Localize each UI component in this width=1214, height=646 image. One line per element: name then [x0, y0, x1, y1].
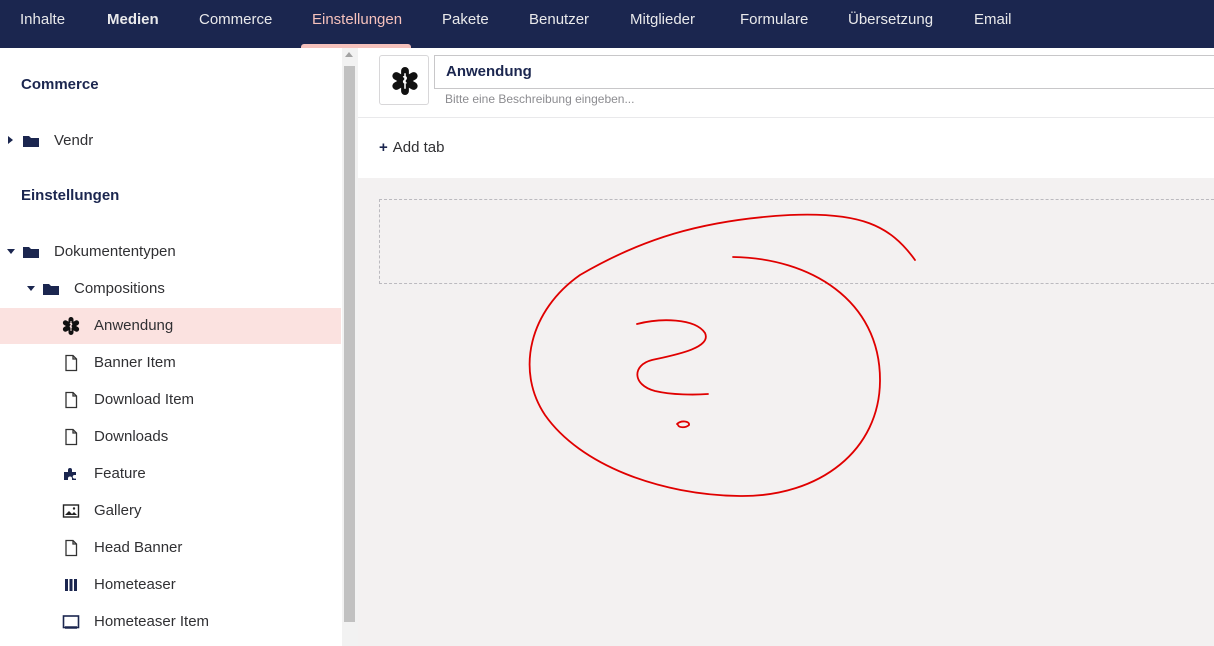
- tree-node-vendr[interactable]: Vendr: [0, 123, 341, 159]
- tree-node-label: Download Item: [94, 391, 195, 408]
- tree-node-label: Feature: [94, 465, 146, 482]
- tree-node-compositions[interactable]: Compositions: [0, 271, 341, 307]
- tree-node-downloads[interactable]: Downloads: [0, 419, 341, 455]
- add-tab-label: Add tab: [392, 139, 445, 156]
- description-input[interactable]: Bitte eine Beschreibung eingeben...: [445, 92, 634, 106]
- tab-inhalte[interactable]: Inhalte: [20, 0, 65, 48]
- tree-node-label: Dokumententypen: [54, 243, 176, 260]
- document-icon: [65, 539, 78, 557]
- scroll-up-arrow-icon[interactable]: [345, 52, 353, 57]
- tree-node-head-banner[interactable]: Head Banner: [0, 530, 341, 566]
- tab-medien[interactable]: Medien: [107, 0, 159, 48]
- plus-icon: +: [379, 139, 388, 156]
- tree-node-feature[interactable]: Feature: [0, 456, 341, 492]
- folder-icon: [23, 247, 39, 258]
- medical-star-icon: [392, 67, 418, 95]
- document-icon: [65, 391, 78, 409]
- tree-node-dokumententypen[interactable]: Dokumententypen: [0, 234, 341, 270]
- tree-node-label: Hometeaser: [94, 576, 176, 593]
- tree-node-gallery[interactable]: Gallery: [0, 493, 341, 529]
- tab-mitglieder[interactable]: Mitglieder: [630, 0, 695, 48]
- tab-commerce[interactable]: Commerce: [199, 0, 272, 48]
- header-divider: [358, 117, 1214, 118]
- tab-formulare[interactable]: Formulare: [740, 0, 808, 48]
- editor-header: Anwendung Bitte eine Beschreibung eingeb…: [358, 48, 1214, 178]
- tree-node-label: Head Banner: [94, 539, 183, 556]
- picture-icon: [62, 504, 80, 518]
- tree-node-label: Gallery: [94, 502, 142, 519]
- tree-node-banner-item[interactable]: Banner Item: [0, 345, 341, 381]
- columns-icon: [65, 579, 77, 591]
- tree-node-label: Vendr: [54, 132, 94, 149]
- caret-down-icon[interactable]: [7, 249, 15, 254]
- caret-right-icon[interactable]: [8, 136, 13, 144]
- frame-icon: [62, 615, 80, 629]
- add-tab-button[interactable]: + Add tab: [379, 139, 444, 156]
- document-icon: [65, 428, 78, 446]
- tree-node-hometeaser[interactable]: Hometeaser: [0, 567, 341, 603]
- tab-uebersetzung[interactable]: Übersetzung: [848, 0, 933, 48]
- puzzle-icon: [64, 468, 76, 480]
- tab-email[interactable]: Email: [974, 0, 1012, 48]
- tree-node-label: Anwendung: [94, 317, 174, 334]
- document-icon: [65, 354, 78, 372]
- tree-scrollbar-thumb[interactable]: [344, 66, 355, 622]
- settings-tree: Commerce Vendr Einstellungen Dokumentent…: [0, 48, 342, 646]
- property-group-dropzone[interactable]: [379, 199, 1214, 284]
- folder-icon: [23, 136, 39, 147]
- caret-down-icon[interactable]: [27, 286, 35, 291]
- tree-node-anwendung[interactable]: Anwendung: [0, 308, 341, 344]
- document-type-editor: Anwendung Bitte eine Beschreibung eingeb…: [358, 48, 1214, 646]
- tree-node-label: Compositions: [74, 280, 165, 297]
- tab-benutzer[interactable]: Benutzer: [529, 0, 589, 48]
- tree-node-hometeaser-item[interactable]: Hometeaser Item: [0, 604, 341, 640]
- top-navigation: Inhalte Medien Commerce Einstellungen Pa…: [0, 0, 1214, 48]
- tree-node-label: Downloads: [94, 428, 169, 445]
- doctype-icon-picker[interactable]: [379, 55, 429, 105]
- tree-node-download-item[interactable]: Download Item: [0, 382, 341, 418]
- tab-einstellungen[interactable]: Einstellungen: [312, 0, 402, 48]
- doctype-name-input[interactable]: Anwendung: [434, 55, 1214, 89]
- tab-pakete[interactable]: Pakete: [442, 0, 489, 48]
- tree-section-einstellungen: Einstellungen: [21, 187, 120, 204]
- medical-star-icon: [62, 317, 80, 335]
- tree-node-label: Banner Item: [94, 354, 176, 371]
- folder-icon: [43, 284, 59, 295]
- tree-node-label: Hometeaser Item: [94, 613, 210, 630]
- tree-section-commerce: Commerce: [21, 76, 99, 93]
